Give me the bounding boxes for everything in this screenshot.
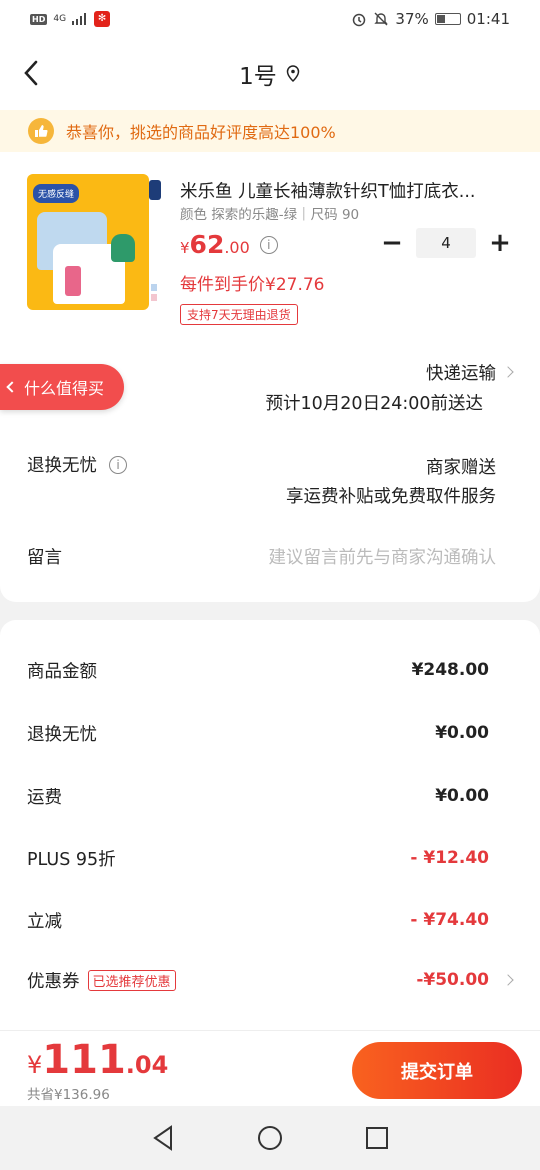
chevron-right-icon[interactable] — [502, 366, 514, 378]
per-item-price: 每件到手价¥27.76 — [180, 275, 325, 295]
instant-discount-label: 立减 — [27, 912, 62, 932]
submit-order-button[interactable]: 提交订单 — [352, 1042, 522, 1099]
shipping-label: 运费 — [27, 788, 62, 808]
quantity-stepper: − 4 + — [380, 228, 512, 258]
smzdm-float-button[interactable]: 什么值得买 — [0, 364, 124, 410]
price-decimal: .00 — [224, 238, 250, 257]
system-nav-bar — [0, 1106, 540, 1170]
worry-free-label-row: 退换无忧 i — [27, 452, 127, 477]
dino-shape — [111, 234, 135, 262]
price-summary-card: 商品金额 ¥248.00 退换无忧 ¥0.00 运费 ¥0.00 PLUS 95… — [0, 620, 540, 1040]
coupon-tag: 已选推荐优惠 — [87, 970, 176, 991]
home-circle-icon[interactable] — [257, 1125, 283, 1151]
goods-amount-label: 商品金额 — [27, 662, 97, 682]
increase-button[interactable]: + — [488, 228, 512, 258]
decrease-button[interactable]: − — [380, 228, 404, 258]
thumbs-up-icon — [28, 118, 54, 144]
app-notification-icon: ✻ — [94, 11, 111, 27]
goods-amount-value: ¥248.00 — [411, 660, 489, 680]
price-info-icon[interactable]: i — [259, 236, 278, 254]
product-spec: 颜色 探索的乐趣-绿｜尺码 90 — [180, 207, 360, 223]
banner-text: 恭喜你，挑选的商品好评度高达100% — [66, 123, 336, 142]
chevron-left-icon — [6, 381, 18, 393]
praise-banner: 恭喜你，挑选的商品好评度高达100% — [0, 110, 540, 152]
battery-icon — [434, 13, 461, 25]
price-integer: 62 — [189, 230, 225, 259]
product-title[interactable]: 米乐鱼 儿童长袖薄款针织T恤打底衣... — [180, 178, 520, 203]
signal-icon — [72, 13, 87, 25]
plus-discount-value: - ¥12.40 — [410, 848, 489, 868]
coupon-label: 优惠券 — [27, 972, 80, 992]
worry-free-info-icon[interactable]: i — [109, 455, 127, 474]
shipping-value: ¥0.00 — [435, 786, 489, 806]
worry-free-line1: 商家赠送 — [426, 458, 496, 478]
chevron-right-icon[interactable] — [502, 974, 514, 986]
worry-free-label: 退换无忧 — [27, 456, 97, 476]
brand-ribbon-icon — [149, 180, 161, 200]
mute-icon — [374, 12, 389, 26]
total-saved: 共省¥136.96 — [27, 1087, 110, 1103]
page-title[interactable]: 1号 — [239, 57, 301, 91]
address-title: 1号 — [239, 64, 277, 90]
total-integer: 111 — [42, 1037, 126, 1083]
quantity-value[interactable]: 4 — [416, 228, 476, 258]
color-swatch — [151, 284, 157, 291]
coupon-value[interactable]: -¥50.00 — [416, 970, 489, 990]
message-input[interactable]: 建议留言前先与商家沟通确认 — [269, 544, 497, 569]
price-symbol: ¥ — [180, 239, 190, 257]
hd-icon: HD — [30, 13, 48, 25]
float-button-label: 什么值得买 — [24, 379, 105, 398]
image-tag: 无感反缝 — [33, 184, 80, 203]
battery-percent: 37% — [395, 10, 429, 28]
back-triangle-icon[interactable] — [151, 1125, 175, 1151]
total-price: ¥ 111 .04 — [27, 1037, 168, 1083]
clock: 01:41 — [466, 10, 510, 28]
instant-discount-value: - ¥74.40 — [410, 910, 489, 930]
recents-square-icon[interactable] — [365, 1126, 389, 1150]
total-decimal: .04 — [125, 1051, 169, 1079]
nav-bar: 1号 — [0, 38, 540, 110]
status-bar: HD 4G ✻ 37% 01:41 — [0, 0, 540, 38]
giraffe-shape — [65, 266, 81, 296]
return-policy-tag: 支持7天无理由退货 — [180, 304, 298, 325]
back-icon[interactable] — [18, 56, 48, 90]
worry-free-line2: 享运费补贴或免费取件服务 — [286, 487, 496, 507]
delivery-method[interactable]: 快递运输 — [426, 360, 496, 385]
total-symbol: ¥ — [27, 1051, 43, 1079]
product-price: ¥ 62 .00 i — [180, 230, 278, 259]
alarm-icon — [353, 13, 366, 27]
message-label: 留言 — [27, 548, 62, 568]
coupon-row[interactable]: 优惠券 已选推荐优惠 — [27, 968, 176, 993]
checkout-bar: ¥ 111 .04 共省¥136.96 提交订单 — [0, 1030, 540, 1106]
signal-label: 4G — [53, 14, 67, 24]
product-image[interactable]: 无感反缝 — [27, 174, 149, 310]
location-pin-icon — [286, 65, 300, 83]
worry-free-fee-label: 退换无忧 — [27, 725, 97, 745]
delivery-eta: 预计10月20日24:00前送达 — [265, 394, 483, 414]
color-swatch — [151, 294, 157, 301]
plus-discount-label: PLUS 95折 — [27, 850, 116, 870]
worry-free-fee-value: ¥0.00 — [435, 723, 489, 743]
